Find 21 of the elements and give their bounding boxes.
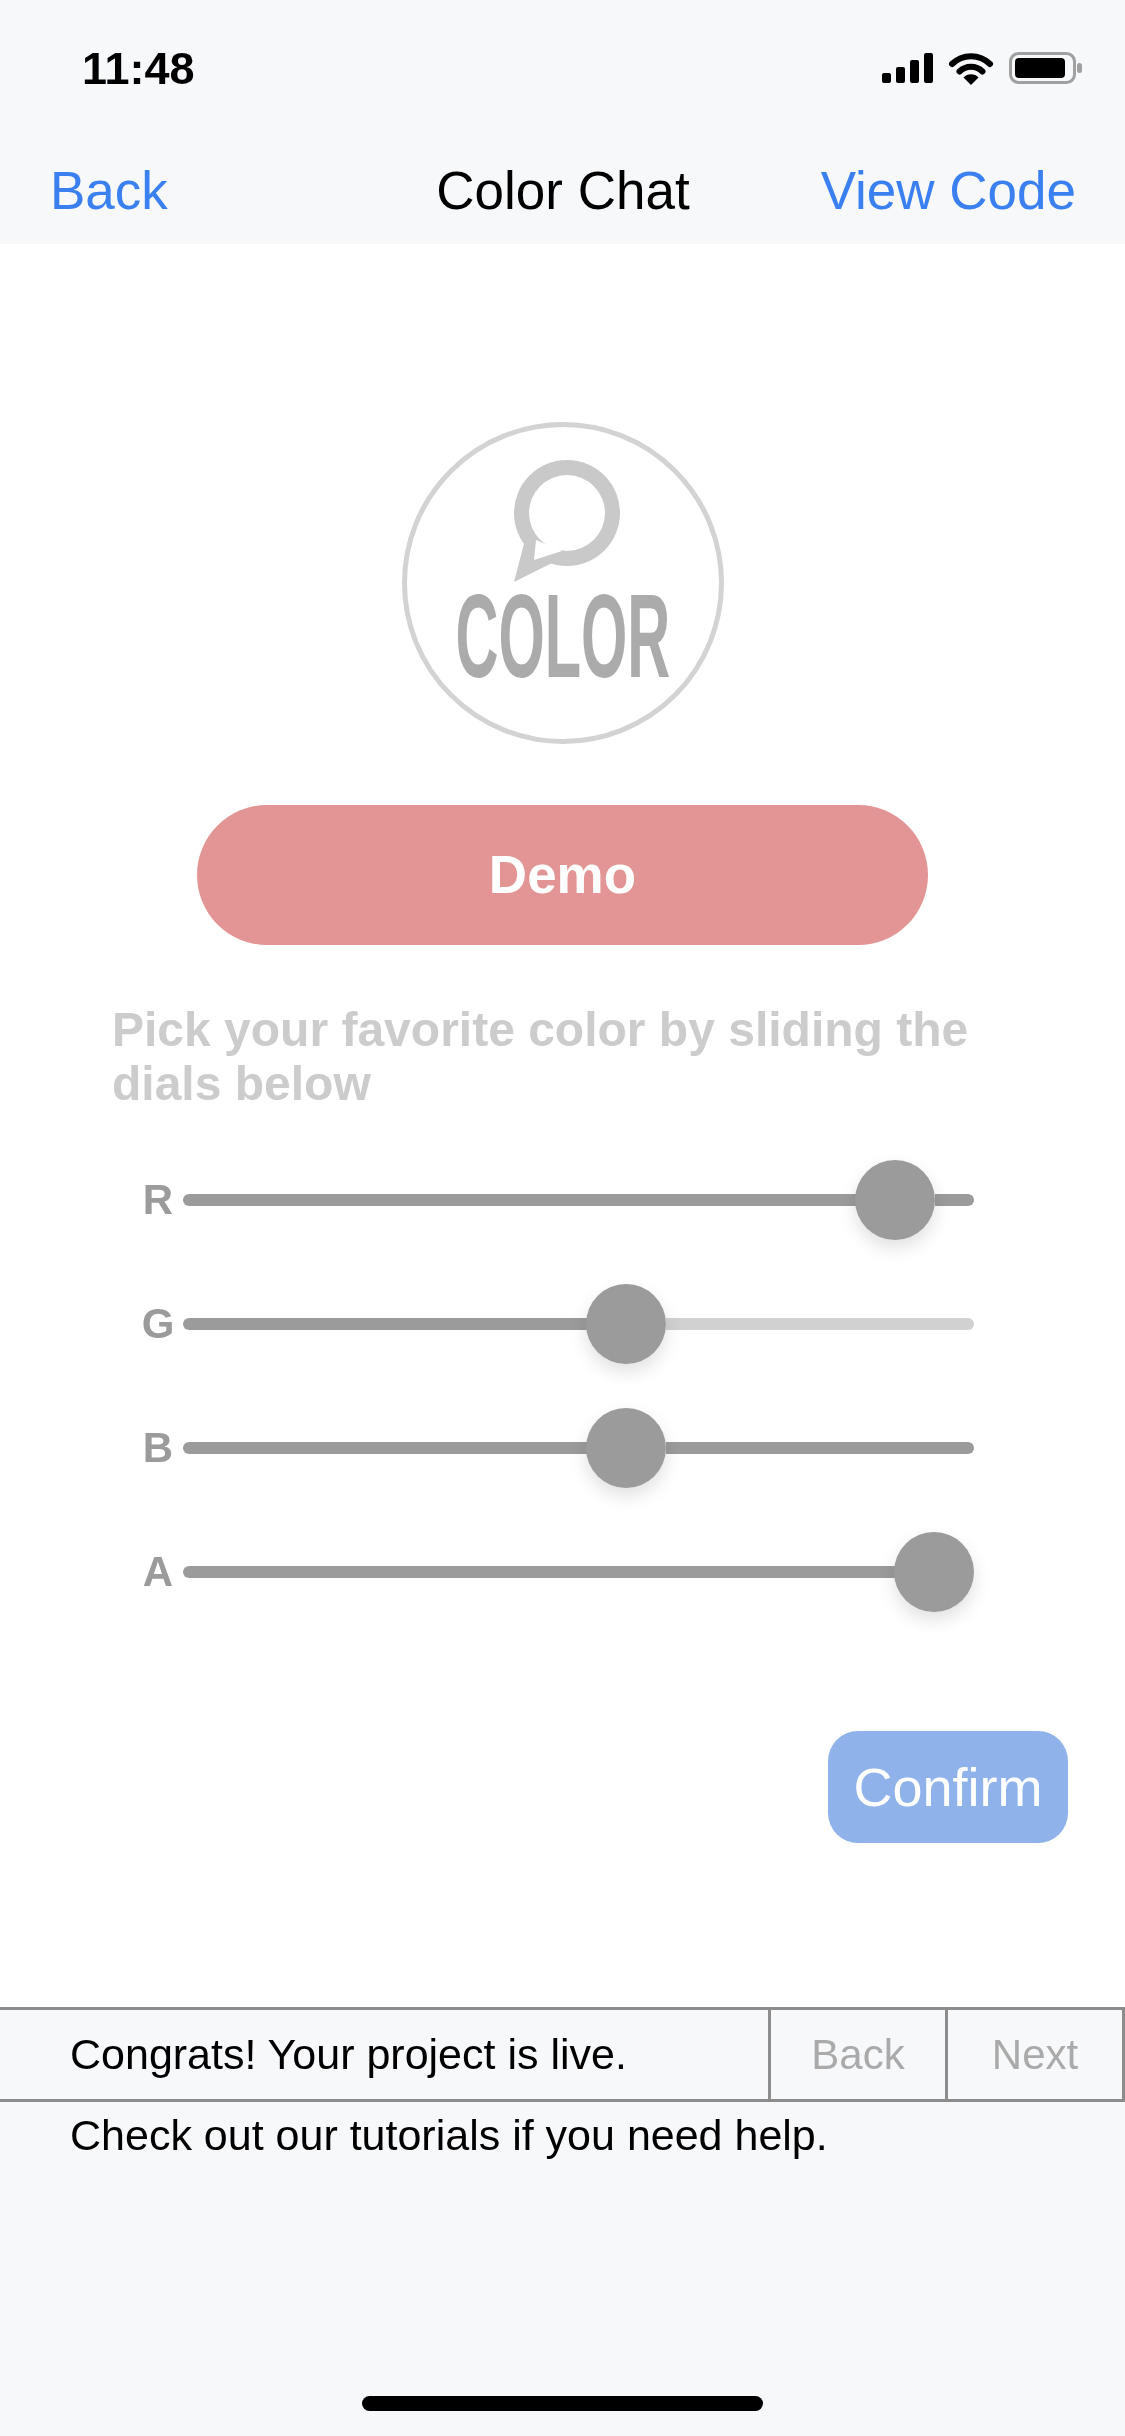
slider-label: B [142, 1427, 174, 1469]
battery-icon [1009, 52, 1082, 84]
slider-label: G [141, 1303, 175, 1345]
slider-label: R [142, 1179, 174, 1221]
slider[interactable] [183, 1532, 974, 1612]
wifi-icon [948, 51, 994, 85]
view-code-link[interactable]: View Code [820, 163, 1076, 217]
slider[interactable] [183, 1284, 974, 1364]
back-link[interactable]: Back [50, 163, 168, 217]
slider-label: A [142, 1551, 174, 1593]
slider[interactable] [183, 1408, 974, 1488]
status-time: 11:48 [82, 45, 195, 91]
signal-icon [882, 53, 933, 83]
tutorial-message: Congrats! Your project is live. [70, 2033, 627, 2076]
tutorial-hint: Check out our tutorials if you need help. [69, 2110, 828, 2161]
speech-bubble-icon [512, 460, 620, 582]
logo-text: COLOR [455, 576, 670, 695]
demo-button[interactable]: Demo [197, 805, 928, 945]
confirm-button[interactable]: Confirm [828, 1731, 1068, 1843]
screen-title: Color Chat [436, 163, 690, 217]
slider[interactable] [183, 1160, 974, 1240]
